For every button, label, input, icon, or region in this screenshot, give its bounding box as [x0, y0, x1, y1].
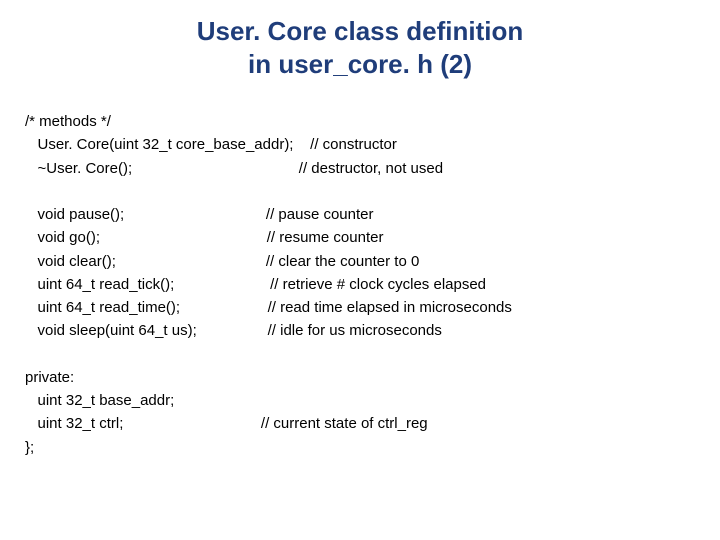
slide-container: User. Core class definition in user_core…	[0, 0, 720, 474]
code-content: /* methods */ User. Core(uint 32_t core_…	[25, 110, 695, 459]
title-line-2: in user_core. h (2)	[248, 49, 472, 79]
title-line-1: User. Core class definition	[197, 16, 524, 46]
slide-title: User. Core class definition in user_core…	[25, 15, 695, 80]
